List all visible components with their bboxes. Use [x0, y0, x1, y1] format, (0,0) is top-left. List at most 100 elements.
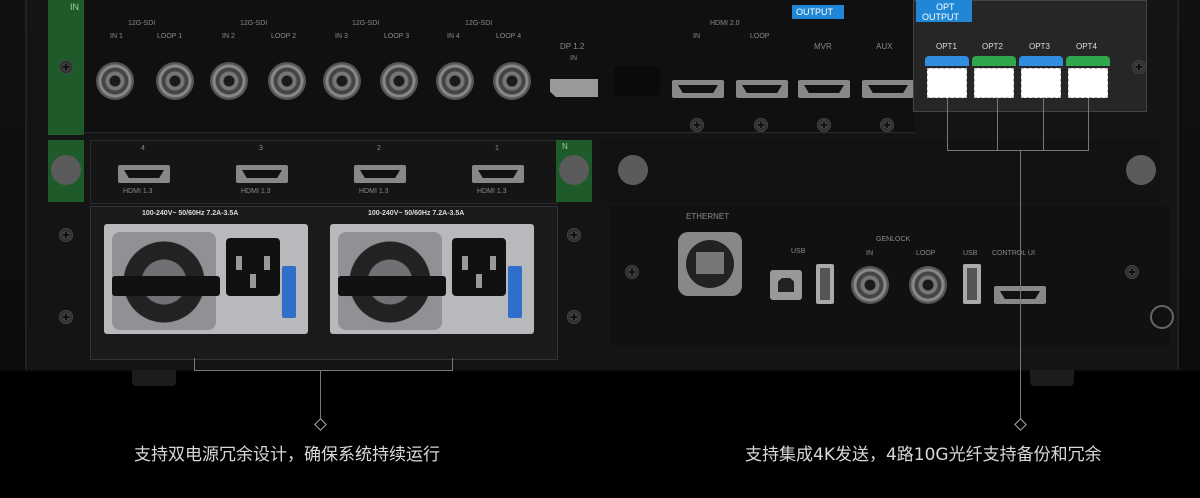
- screw-icon: [59, 310, 73, 324]
- mvr-hdmi-port[interactable]: [798, 80, 850, 98]
- hdmi20-in-label: IN: [693, 33, 700, 40]
- sdi-group-label: 12G-SDI: [352, 20, 380, 27]
- hdmi13-4-port[interactable]: [118, 165, 170, 183]
- usb-a-port[interactable]: [816, 264, 834, 304]
- psu-bracket-bottom: [194, 370, 453, 371]
- ac-inlet[interactable]: [226, 238, 280, 296]
- screw-icon: [625, 265, 639, 279]
- hdmi13-4-label: HDMI 1.3: [123, 188, 153, 195]
- sdi-loop-label: LOOP 1: [157, 33, 183, 40]
- mvr-label: MVR: [814, 42, 832, 51]
- opt-bracket-4: [1088, 98, 1089, 150]
- opt-bracket-1: [947, 98, 948, 150]
- hdmi13-3-port[interactable]: [236, 165, 288, 183]
- sdi-loop-3-connector[interactable]: [380, 62, 418, 100]
- sdi-group-label: 12G-SDI: [465, 20, 493, 27]
- screw-icon: [1132, 60, 1146, 74]
- hdmi13-1-port[interactable]: [472, 165, 524, 183]
- genlock-loop-connector[interactable]: [909, 266, 947, 304]
- genlock-in-label: IN: [866, 250, 873, 257]
- hdmi20-label: HDMI 2.0: [710, 20, 740, 27]
- psu-release-latch[interactable]: [508, 266, 522, 318]
- genlock-label: GENLOCK: [876, 236, 911, 243]
- opt3-fiber-port[interactable]: [1019, 56, 1063, 98]
- ac-inlet[interactable]: [452, 238, 506, 296]
- card-release-button[interactable]: [618, 155, 648, 185]
- psu2-rating: 100-240V~ 50/60Hz 7.2A-3.5A: [368, 210, 465, 217]
- power-supply-1: [104, 224, 308, 334]
- hdmi13-3-num: 3: [259, 145, 263, 152]
- opt4-fiber-port[interactable]: [1066, 56, 1110, 98]
- opt4-label: OPT4: [1076, 42, 1097, 51]
- hdmi13-4-num: 4: [141, 145, 145, 152]
- aux-label: AUX: [876, 42, 893, 51]
- opt-output-tag-line2: OUTPUT: [922, 12, 959, 22]
- sdi-in-2-connector[interactable]: [210, 62, 248, 100]
- hdmi13-2-port[interactable]: [354, 165, 406, 183]
- hdmi13-3-label: HDMI 1.3: [241, 188, 271, 195]
- screw-icon: [880, 118, 894, 132]
- psu-callout-line: [320, 370, 321, 422]
- psu-bracket-right: [452, 358, 453, 370]
- opt2-fiber-port[interactable]: [972, 56, 1016, 98]
- screw-icon: [690, 118, 704, 132]
- sdi-loop-1-connector[interactable]: [156, 62, 194, 100]
- opt-bracket-bottom: [947, 150, 1089, 151]
- sdi-in-4-connector[interactable]: [436, 62, 474, 100]
- usb2-label: USB: [963, 250, 978, 257]
- control-ui-label: CONTROL UI: [992, 250, 1035, 257]
- hdmi20-loop-port[interactable]: [736, 80, 788, 98]
- usb2-a-port[interactable]: [963, 264, 981, 304]
- hdmi20-in-port[interactable]: [672, 80, 724, 98]
- opt3-label: OPT3: [1029, 42, 1050, 51]
- opt-output-tag-line1: OPT: [936, 2, 955, 12]
- psu-release-latch[interactable]: [282, 266, 296, 318]
- sdi-loop-2-connector[interactable]: [268, 62, 306, 100]
- sdi-loop-label: LOOP 4: [496, 33, 522, 40]
- card-release-button[interactable]: [51, 155, 81, 185]
- sdi-in-3-connector[interactable]: [323, 62, 361, 100]
- sdi-loop-label: LOOP 2: [271, 33, 297, 40]
- chassis-foot: [132, 370, 176, 386]
- screw-icon: [567, 228, 581, 242]
- screw-icon: [817, 118, 831, 132]
- opt-callout-line: [1020, 150, 1021, 422]
- output-tag-label: OUTPUT: [796, 7, 833, 17]
- card-release-button[interactable]: [559, 155, 589, 185]
- caption-redundant-power: 支持双电源冗余设计，确保系统持续运行: [134, 445, 440, 465]
- sdi-group-label: 12G-SDI: [240, 20, 268, 27]
- opt-bracket-3: [1043, 98, 1044, 150]
- sdi-in-label: IN 4: [447, 33, 460, 40]
- opt1-fiber-port[interactable]: [925, 56, 969, 98]
- ground-icon: [1150, 305, 1174, 329]
- sdi-in-1-connector[interactable]: [96, 62, 134, 100]
- sdi-group-label: 12G-SDI: [128, 20, 156, 27]
- psu-callout-marker: [314, 418, 327, 431]
- blank-slot: [614, 66, 660, 96]
- sdi-loop-4-connector[interactable]: [493, 62, 531, 100]
- displayport-connector[interactable]: [550, 79, 598, 97]
- psu-bracket-left: [194, 358, 195, 370]
- opt-callout-marker: [1014, 418, 1027, 431]
- opt2-label: OPT2: [982, 42, 1003, 51]
- opt1-label: OPT1: [936, 42, 957, 51]
- sdi-in-label: IN 2: [222, 33, 235, 40]
- genlock-loop-label: LOOP: [916, 250, 936, 257]
- genlock-in-connector[interactable]: [851, 266, 889, 304]
- screw-icon: [567, 310, 581, 324]
- usb-b-port[interactable]: [770, 270, 802, 300]
- aux-hdmi-port[interactable]: [862, 80, 914, 98]
- screw-icon: [1125, 265, 1139, 279]
- sdi-in-label: IN 3: [335, 33, 348, 40]
- screw-icon: [59, 228, 73, 242]
- sdi-in-label: IN 1: [110, 33, 123, 40]
- opt-bracket-2: [997, 98, 998, 150]
- hdmi20-loop-label: LOOP: [750, 33, 770, 40]
- dp-in-label: IN: [570, 55, 577, 62]
- card-release-button[interactable]: [1126, 155, 1156, 185]
- hdmi13-2-num: 2: [377, 145, 381, 152]
- in-tag: IN: [70, 2, 79, 12]
- screw-icon: [754, 118, 768, 132]
- ethernet-port[interactable]: [678, 232, 742, 296]
- n-tag: N: [562, 142, 568, 151]
